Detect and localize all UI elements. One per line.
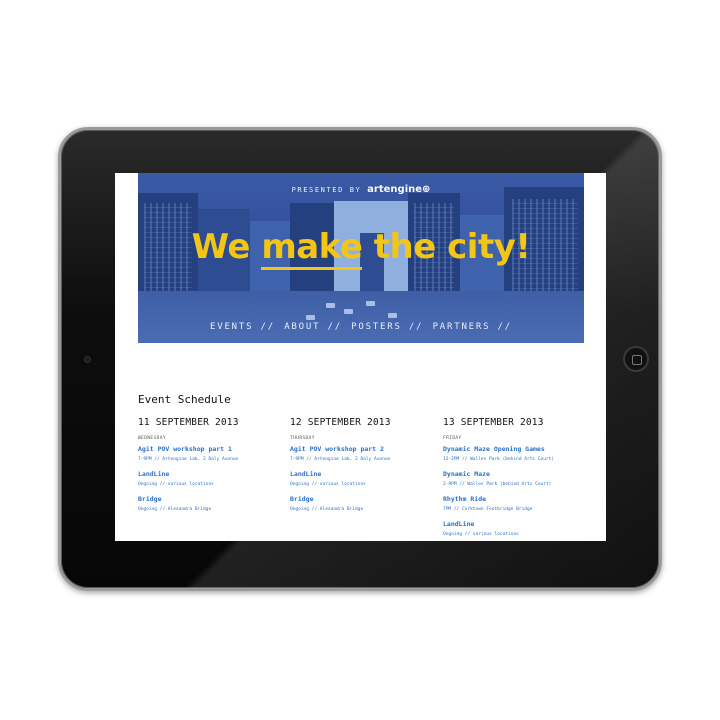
page-headline: We make the city! <box>138 227 584 270</box>
home-button[interactable] <box>623 346 649 372</box>
car <box>388 313 397 318</box>
presented-by-label: PRESENTED BY <box>291 186 362 194</box>
car <box>366 301 375 306</box>
street <box>138 291 584 343</box>
front-camera <box>84 356 91 363</box>
event-meta: Ongoing // various locations <box>290 482 366 487</box>
car <box>306 315 315 320</box>
event-meta: Ongoing // various locations <box>138 482 214 487</box>
event-meta: 2-9PM // Walles Park (behind Arts Court) <box>443 482 552 487</box>
event-title-link[interactable]: Agit POV workshop part 1 <box>138 445 288 453</box>
presented-by-line: PRESENTED BY artengine⊕ <box>138 184 584 195</box>
event-title-link[interactable]: Dynamic Maze <box>443 470 593 478</box>
day-weekday: THURSDAY <box>290 436 315 441</box>
schedule-heading: Event Schedule <box>138 393 231 406</box>
car <box>326 303 335 308</box>
day-weekday: FRIDAY <box>443 436 462 441</box>
day-date: 11 SEPTEMBER 2013 <box>138 417 239 428</box>
day-column: 11 SEPTEMBER 2013 WEDNESDAY Agit POV wor… <box>138 417 288 520</box>
headline-emphasis: make <box>261 227 363 270</box>
headline-part-1: We <box>191 227 262 267</box>
artengine-logo[interactable]: artengine <box>367 184 422 195</box>
hero-banner: PRESENTED BY artengine⊕ We make the city… <box>138 173 584 343</box>
event-meta: Ongoing // various locations <box>443 532 519 537</box>
day-weekday: WEDNESDAY <box>138 436 166 441</box>
headline-part-2: the city! <box>362 227 531 267</box>
event-title-link[interactable]: Bridge <box>138 495 288 503</box>
event-title-link[interactable]: LandLine <box>138 470 288 478</box>
event-meta: Ongoing // Alexandra Bridge <box>138 507 212 512</box>
day-column: 13 SEPTEMBER 2013 FRIDAY Dynamic Maze Op… <box>443 417 593 541</box>
event-title-link[interactable]: Agit POV workshop part 2 <box>290 445 440 453</box>
browser-screen: PRESENTED BY artengine⊕ We make the city… <box>115 173 606 541</box>
day-date: 13 SEPTEMBER 2013 <box>443 417 544 428</box>
event-title-link[interactable]: Rhythm Ride <box>443 495 593 503</box>
nav-events[interactable]: EVENTS // <box>210 322 275 332</box>
event-title-link[interactable]: Dynamic Maze Opening Games <box>443 445 593 453</box>
event-title-link[interactable]: LandLine <box>290 470 440 478</box>
event-title-link[interactable]: LandLine <box>443 520 593 528</box>
day-date: 12 SEPTEMBER 2013 <box>290 417 391 428</box>
event-meta: 7-9PM // Artengine Lab, 2 Daly Avenue <box>138 457 239 462</box>
event-title-link[interactable]: Bridge <box>290 495 440 503</box>
event-meta: Ongoing // Alexandra Bridge <box>290 507 364 512</box>
nav-about[interactable]: ABOUT // <box>284 322 342 332</box>
event-meta: 7-9PM // Artengine Lab, 2 Daly Avenue <box>290 457 391 462</box>
main-nav: EVENTS // ABOUT // POSTERS // PARTNERS /… <box>138 322 584 332</box>
nav-posters[interactable]: POSTERS // <box>351 322 423 332</box>
day-column: 12 SEPTEMBER 2013 THURSDAY Agit POV work… <box>290 417 440 520</box>
event-meta: 7PM // Corktown Footbridge Bridge <box>443 507 533 512</box>
event-meta: 12-2PM // Walles Park (behind Arts Court… <box>443 457 555 462</box>
car <box>344 309 353 314</box>
nav-partners[interactable]: PARTNERS // <box>433 322 512 332</box>
plus-icon: ⊕ <box>422 184 431 195</box>
